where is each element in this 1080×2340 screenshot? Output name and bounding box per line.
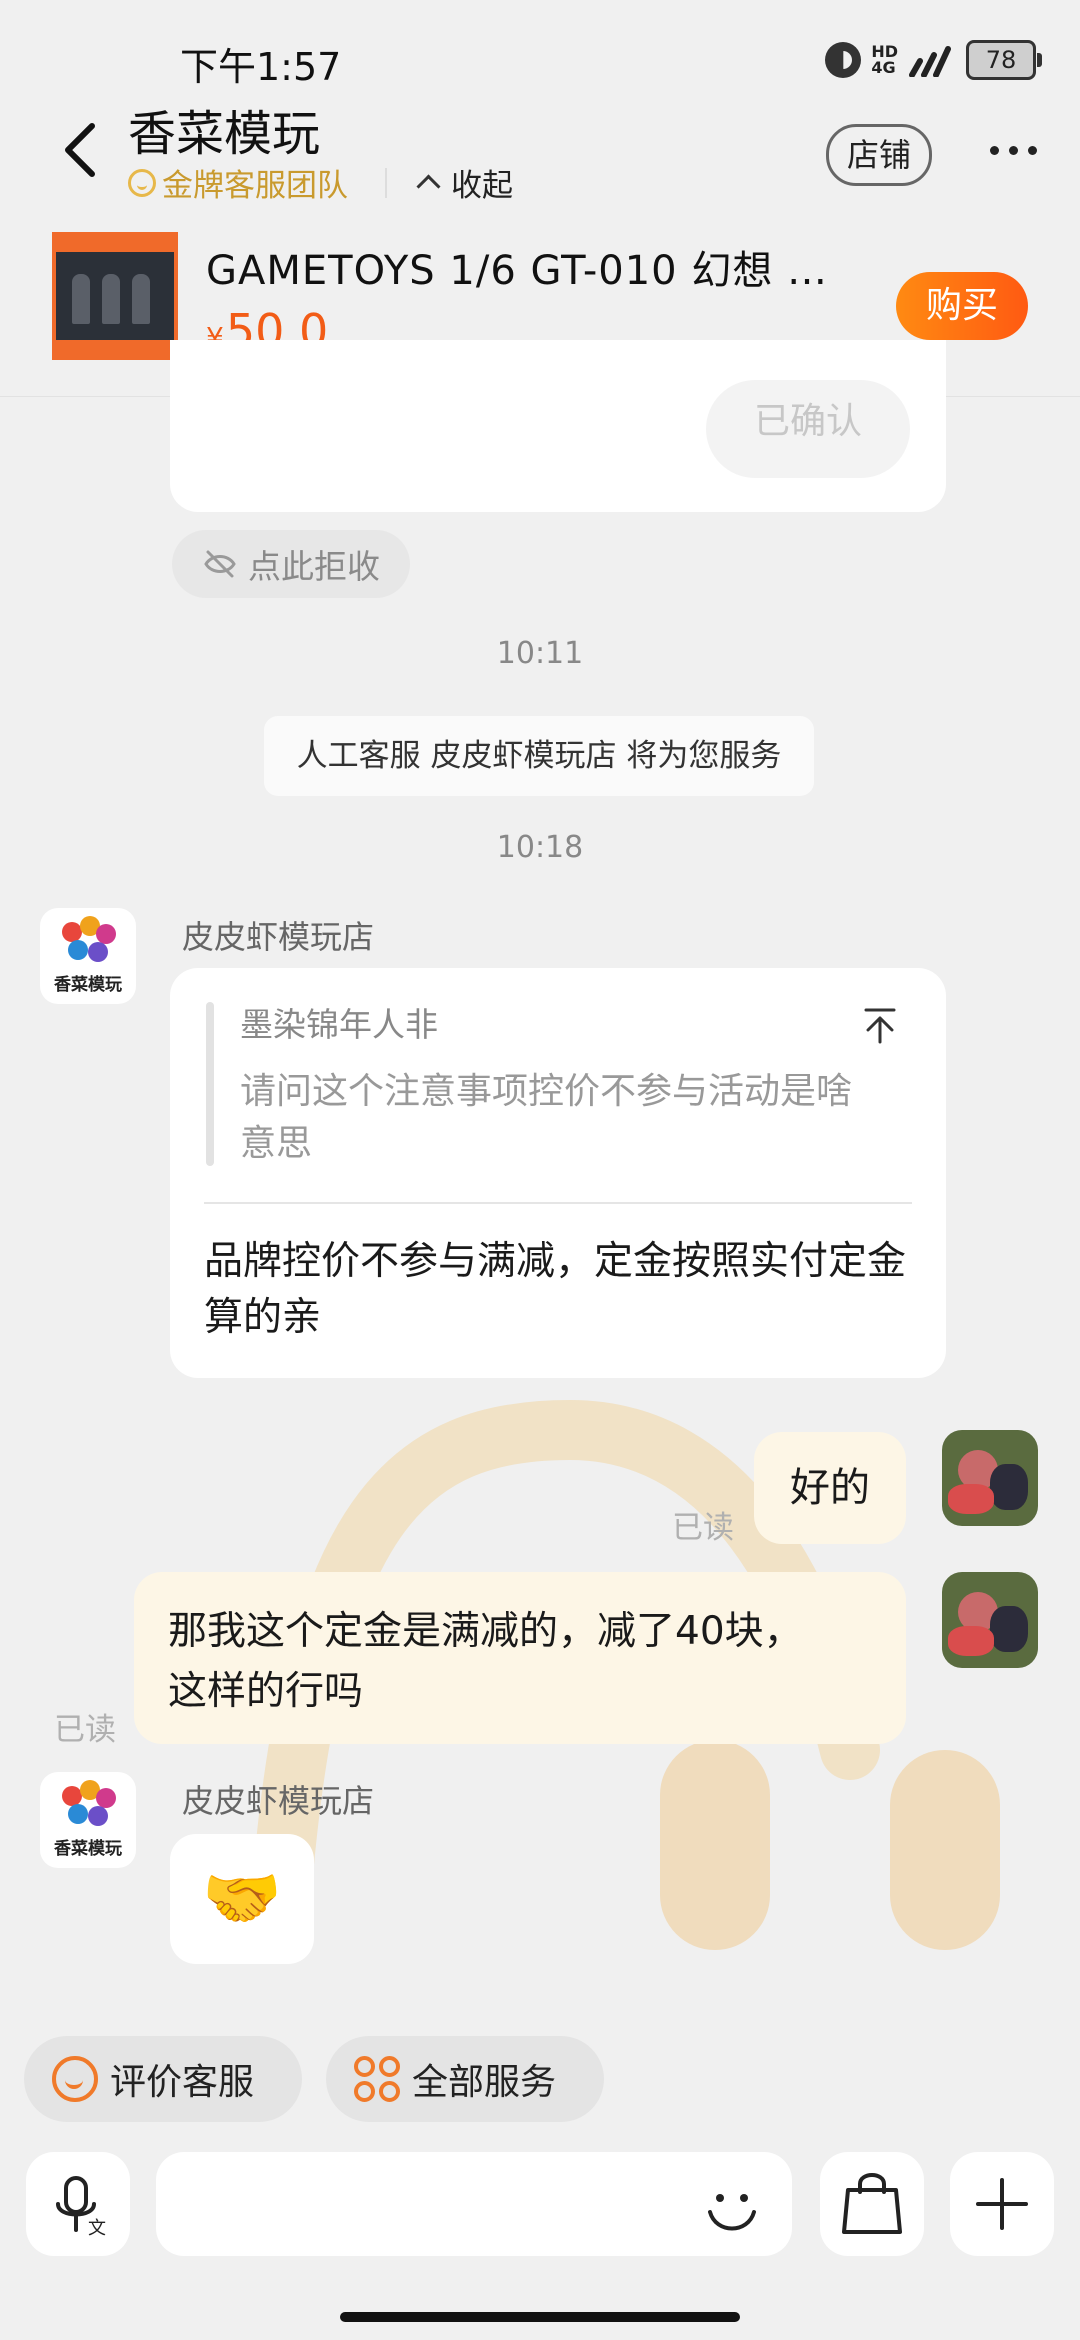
back-icon[interactable] <box>58 120 108 180</box>
sender-name: 皮皮虾模玩店 <box>182 918 375 956</box>
message-bubble-user[interactable]: 那我这个定金是满减的，减了40块，这样的行吗 <box>134 1572 906 1744</box>
header-divider <box>385 168 387 198</box>
service-team-badge: 金牌客服团队 <box>128 160 348 205</box>
apps-grid-icon <box>354 2056 400 2102</box>
handshake-icon: 🤝 <box>202 1862 282 1936</box>
confirmed-button: 已确认 <box>706 380 910 478</box>
shop-avatar[interactable]: 香菜模玩 <box>40 908 136 1004</box>
home-indicator[interactable] <box>340 2312 740 2322</box>
product-thumbnail[interactable] <box>52 232 178 360</box>
buy-button[interactable]: 购买 <box>896 272 1028 340</box>
collapse-label: 收起 <box>451 168 513 204</box>
reject-button[interactable]: 点此拒收 <box>172 530 410 598</box>
sticker-message[interactable]: 🤝 <box>170 1834 314 1964</box>
more-dot-icon <box>1028 146 1037 155</box>
message-text: 那我这个定金是满减的，减了40块，这样的行吗 <box>168 1609 803 1714</box>
jump-to-top-icon[interactable] <box>860 1006 900 1046</box>
user-avatar[interactable] <box>942 1572 1038 1668</box>
service-team-label: 金牌客服团队 <box>162 168 348 204</box>
reply-text: 品牌控价不参与满减，定金按照实付定金算的亲 <box>204 1239 907 1340</box>
timestamp: 10:18 <box>496 830 584 865</box>
signal-icon <box>909 46 951 77</box>
focus-mode-icon <box>825 42 862 78</box>
more-dot-icon <box>1009 146 1018 155</box>
reject-label: 点此拒收 <box>248 547 380 586</box>
smile-icon <box>128 168 156 197</box>
voice-input-button[interactable]: 文 <box>26 2152 130 2256</box>
collapse-button[interactable]: 收起 <box>416 160 513 205</box>
all-services-label: 全部服务 <box>412 2062 557 2103</box>
more-actions-button[interactable] <box>950 2152 1054 2256</box>
status-icons: HD 4G 78 <box>825 40 1042 80</box>
store-button[interactable]: 店铺 <box>826 124 932 186</box>
more-options-button[interactable] <box>990 146 1037 155</box>
all-services-button[interactable]: 全部服务 <box>326 2036 604 2122</box>
shopping-bag-icon <box>842 2173 902 2234</box>
battery-icon: 78 <box>966 40 1042 80</box>
read-receipt: 已读 <box>672 1510 734 1546</box>
plus-icon <box>976 2178 1028 2230</box>
status-time: 下午1:57 <box>180 45 342 89</box>
product-title[interactable]: GAMETOYS 1/6 GT-010 幻想 王… <box>206 238 866 296</box>
message-bubble-user[interactable]: 好的 <box>754 1432 906 1544</box>
system-message: 人工客服 皮皮虾模玩店 将为您服务 <box>264 716 814 796</box>
read-receipt: 已读 <box>54 1712 116 1748</box>
quote-bar <box>206 1002 214 1166</box>
sender-name: 皮皮虾模玩店 <box>182 1782 375 1820</box>
microphone-icon: 文 <box>56 2176 106 2239</box>
network-type-icon: HD 4G <box>871 44 898 76</box>
network-gen: 4G <box>871 58 896 77</box>
quote-text: 请问这个注意事项控价不参与活动是啥意思 <box>240 1071 853 1164</box>
more-dot-icon <box>990 146 999 155</box>
emoji-icon[interactable] <box>700 2176 764 2240</box>
user-avatar[interactable] <box>942 1430 1038 1526</box>
shop-avatar-text: 香菜模玩 <box>54 1839 122 1859</box>
message-input[interactable] <box>156 2152 792 2256</box>
smile-icon <box>52 2056 98 2102</box>
rate-service-label: 评价客服 <box>110 2062 255 2103</box>
svg-text:文: 文 <box>88 2218 106 2239</box>
timestamp: 10:11 <box>496 636 584 671</box>
eye-off-icon <box>204 550 236 578</box>
shop-avatar-text: 香菜模玩 <box>54 975 122 995</box>
quote-author: 墨染锦年人非 <box>240 1005 438 1044</box>
shop-avatar[interactable]: 香菜模玩 <box>40 1772 136 1868</box>
shopping-bag-button[interactable] <box>820 2152 924 2256</box>
chevron-up-icon <box>416 174 441 199</box>
quote-divider <box>204 1202 912 1204</box>
chat-title: 香菜模玩 <box>128 106 321 162</box>
rate-service-button[interactable]: 评价客服 <box>24 2036 302 2122</box>
